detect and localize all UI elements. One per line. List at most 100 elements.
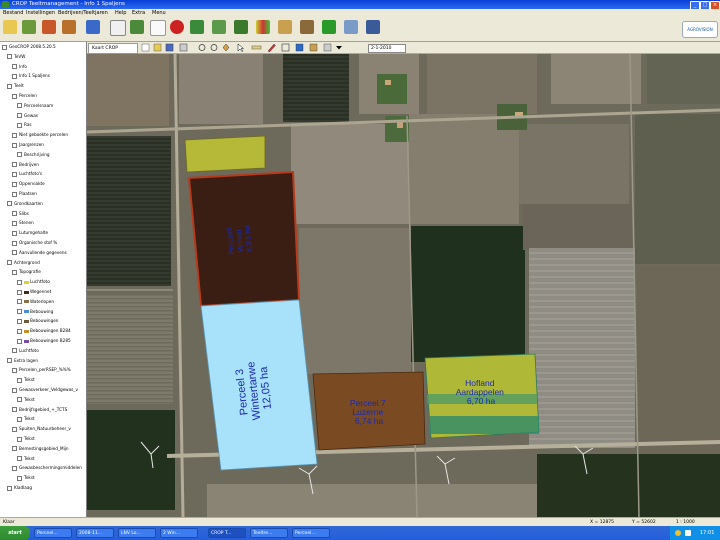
tree-item[interactable]: Luchtfoto — [12, 348, 39, 354]
tree-item[interactable]: Info 1 Spaljens — [12, 73, 50, 79]
tree-checkbox[interactable] — [17, 299, 22, 305]
tree-checkbox[interactable] — [12, 211, 17, 217]
tree-item[interactable]: Tekst — [17, 456, 35, 462]
tree-checkbox[interactable] — [17, 289, 22, 295]
area-icon[interactable] — [323, 43, 332, 52]
tree-item[interactable]: Plaatsen — [12, 191, 37, 197]
plant-icon[interactable] — [234, 20, 248, 34]
pan-icon[interactable] — [222, 43, 230, 52]
tree-checkbox[interactable] — [12, 465, 17, 471]
select-icon[interactable] — [237, 43, 245, 52]
tree-checkbox[interactable] — [2, 44, 7, 50]
tree-item[interactable]: Stenen — [12, 220, 34, 226]
tree-checkbox[interactable] — [12, 162, 17, 168]
tree-item[interactable]: Extra lagen — [7, 358, 38, 364]
tree-checkbox[interactable] — [12, 240, 17, 246]
document-icon[interactable] — [150, 20, 166, 36]
tree-checkbox[interactable] — [17, 318, 22, 324]
tree-checkbox[interactable] — [17, 436, 22, 442]
photo-icon[interactable] — [344, 20, 358, 34]
tree-item[interactable]: Waterlopen — [17, 299, 54, 305]
plot-small-yellow[interactable] — [184, 135, 266, 173]
tree-checkbox[interactable] — [7, 358, 12, 364]
start-button[interactable]: start — [0, 526, 30, 540]
tree-checkbox[interactable] — [12, 348, 17, 354]
tree-checkbox[interactable] — [12, 387, 17, 393]
tree-checkbox[interactable] — [12, 367, 17, 373]
tree-item[interactable]: Opperviakte — [12, 181, 45, 187]
draw-icon[interactable] — [267, 43, 276, 53]
tree-checkbox[interactable] — [12, 446, 17, 452]
barn-icon[interactable] — [42, 20, 56, 34]
book-icon[interactable] — [86, 20, 100, 34]
tree-checkbox[interactable] — [12, 132, 17, 138]
zoom-out-icon[interactable] — [210, 44, 218, 51]
layer-icon[interactable] — [309, 43, 318, 52]
taskbar-item[interactable]: 2008-11... — [76, 528, 114, 538]
tree-checkbox[interactable] — [12, 220, 17, 226]
tree-checkbox[interactable] — [12, 250, 17, 256]
export-icon[interactable] — [366, 20, 380, 34]
tree-item[interactable]: Tekst — [17, 416, 35, 422]
tree-item[interactable]: Spuiten_Natuurbeheer_v — [12, 426, 71, 432]
tree-checkbox[interactable] — [12, 142, 17, 148]
tree-checkbox[interactable] — [17, 309, 22, 315]
taskbar-item[interactable]: Teeltre... — [250, 528, 288, 538]
info-icon[interactable] — [295, 43, 304, 52]
tree-item[interactable]: Gewas — [17, 113, 38, 119]
tree-checkbox[interactable] — [17, 416, 22, 422]
tractor-icon[interactable] — [22, 20, 36, 34]
tree-item[interactable]: Percelen_perRSEP_%%% — [12, 367, 71, 373]
tree-item[interactable]: Luchtfoto — [17, 279, 50, 285]
menu-help[interactable]: Help — [115, 9, 126, 17]
calendar-icon[interactable] — [110, 20, 126, 36]
tree-checkbox[interactable] — [12, 191, 17, 197]
taskbar-item[interactable]: Perceel... — [292, 528, 330, 538]
tree-item[interactable]: Grondkaarten — [7, 201, 43, 207]
tree-item[interactable]: Bemestingsgebied_Mijn — [12, 446, 69, 452]
tree-item[interactable]: Bebouwingen B284 — [17, 328, 71, 334]
tree-item[interactable]: Wegennet — [17, 289, 51, 295]
date-field[interactable]: 2-1-2010 — [368, 44, 406, 53]
menu-instellingen[interactable]: Instellingen — [26, 9, 55, 17]
tree-checkbox[interactable] — [17, 113, 22, 119]
map-view[interactable]: Perceel 3 Wintertarwe 12,05 ha Perceel 7… — [87, 54, 720, 517]
taskbar-item-active[interactable]: CROP T... — [208, 528, 246, 538]
tree-checkbox[interactable] — [17, 152, 22, 158]
tree-item[interactable]: Aanvullende gegevens — [12, 250, 67, 256]
tree-checkbox[interactable] — [7, 485, 12, 491]
taskbar-item[interactable]: LNV Lo... — [118, 528, 156, 538]
tree-checkbox[interactable] — [12, 171, 17, 177]
open-icon[interactable] — [153, 43, 162, 52]
settings-icon[interactable] — [190, 20, 204, 34]
tree-checkbox[interactable] — [7, 260, 12, 266]
leaf-icon[interactable] — [322, 20, 336, 34]
stop-icon[interactable] — [170, 20, 184, 34]
save-icon[interactable] — [165, 43, 174, 52]
dropdown-arrow-icon[interactable] — [336, 46, 342, 50]
tree-checkbox[interactable] — [7, 54, 12, 60]
tree-item[interactable]: Percelen — [12, 93, 37, 99]
tree-checkbox[interactable] — [17, 397, 22, 403]
tree-item[interactable]: Achtergrond — [7, 260, 40, 266]
home-icon[interactable] — [62, 20, 76, 34]
tree-item[interactable]: Lutumgehalte — [12, 230, 48, 236]
map-icon[interactable] — [212, 20, 226, 34]
tree-checkbox[interactable] — [17, 456, 22, 462]
tree-checkbox[interactable] — [12, 407, 17, 413]
tree-item[interactable]: Slibs — [12, 211, 29, 217]
tree-checkbox[interactable] — [17, 122, 22, 128]
tree-checkbox[interactable] — [12, 64, 17, 70]
grid-icon[interactable] — [281, 43, 290, 52]
map-tab[interactable]: Kaart CROP — [88, 43, 138, 54]
tree-checkbox[interactable] — [12, 426, 17, 432]
tree-item[interactable]: Tekst — [17, 397, 35, 403]
tree-item[interactable]: Luchtfoto's — [12, 171, 42, 177]
tree-checkbox[interactable] — [7, 83, 12, 89]
field-icon[interactable] — [130, 20, 144, 34]
tree-checkbox[interactable] — [12, 230, 17, 236]
tree-item[interactable]: Topografie — [12, 269, 41, 275]
tree-checkbox[interactable] — [12, 181, 17, 187]
zoom-in-icon[interactable] — [198, 44, 206, 51]
tree-item[interactable]: Bebouwingen — [17, 318, 58, 324]
